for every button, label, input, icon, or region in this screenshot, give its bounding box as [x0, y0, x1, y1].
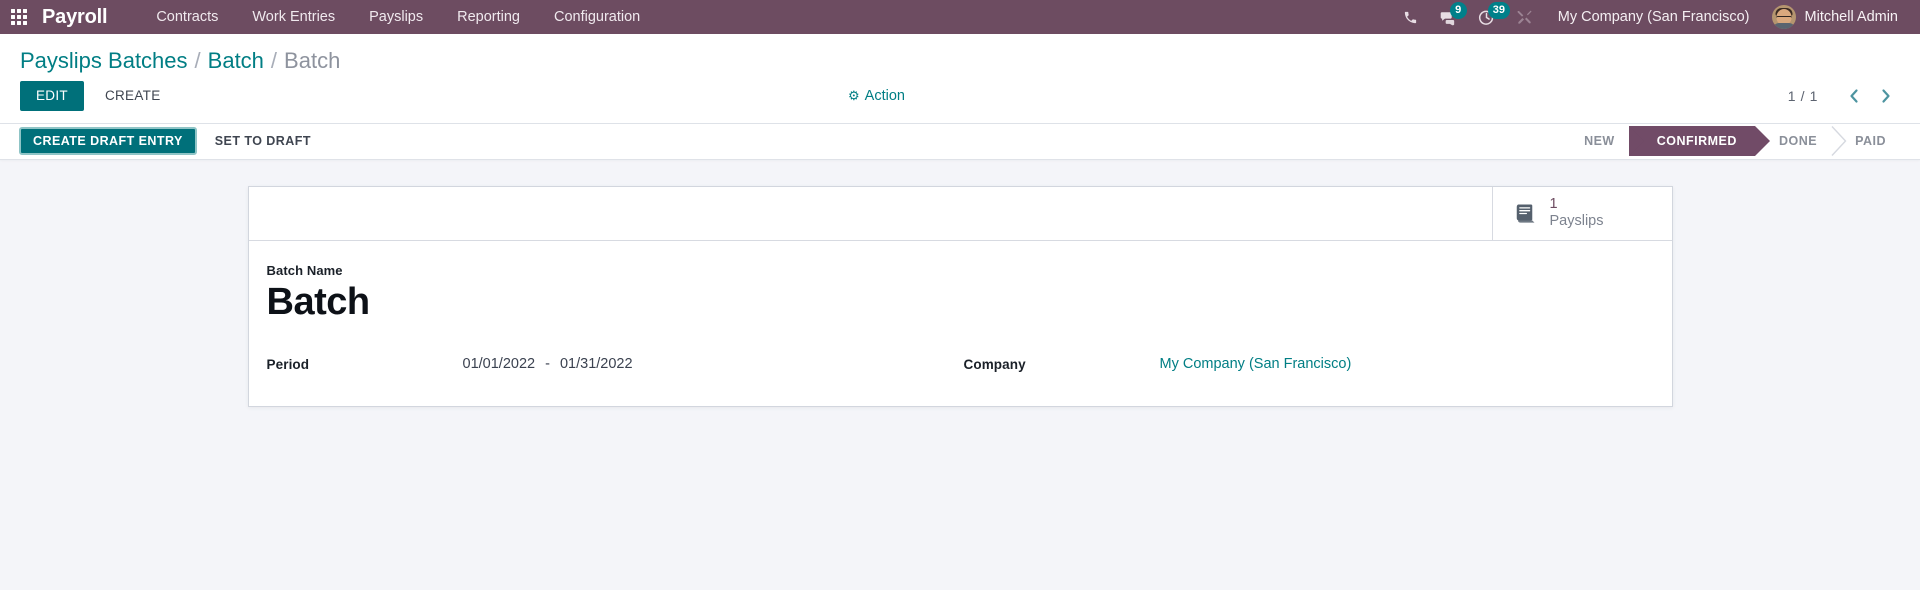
breadcrumb-separator: / [270, 48, 278, 73]
pager: 1 / 1 [1788, 83, 1900, 109]
main-menu: Contracts Work Entries Payslips Reportin… [139, 0, 657, 34]
menu-item-contracts[interactable]: Contracts [139, 0, 235, 34]
apps-grid-dot [11, 21, 15, 25]
period-date-to: 01/31/2022 [559, 355, 633, 372]
edit-button[interactable]: EDIT [20, 80, 84, 111]
apps-grid-dot [11, 15, 15, 19]
payslips-count: 1 [1549, 196, 1558, 213]
company-switcher[interactable]: My Company (San Francisco) [1544, 0, 1764, 34]
activities-clock-icon[interactable]: 39 [1468, 0, 1510, 34]
status-step-new[interactable]: NEW [1572, 126, 1629, 156]
status-button-bar: CREATE DRAFT ENTRY SET TO DRAFT NEW CONF… [0, 123, 1920, 160]
apps-grid-dot [17, 15, 21, 19]
sheet-body: Batch Name Batch Period 01/01/2022 - 01/… [249, 241, 1672, 406]
create-draft-entry-button[interactable]: CREATE DRAFT ENTRY [19, 127, 197, 156]
navbar-right-tools: 9 39 My Company (San Francisco) Mitchell… [1392, 0, 1910, 34]
tools-icon[interactable] [1506, 0, 1544, 34]
book-icon [1513, 201, 1538, 226]
batch-name-value: Batch [266, 280, 371, 323]
payslips-stat-button[interactable]: 1 Payslips [1491, 186, 1672, 240]
menu-item-configuration[interactable]: Configuration [537, 0, 657, 34]
period-date-from: 01/01/2022 [462, 355, 536, 372]
fields-grid: Period 01/01/2022 - 01/31/2022 Company M… [267, 351, 1654, 376]
status-step-done[interactable]: DONE [1755, 126, 1831, 156]
breadcrumb-item-current: Batch [284, 48, 341, 73]
period-value: 01/01/2022 - 01/31/2022 [463, 355, 633, 372]
company-value-link[interactable]: My Company (San Francisco) [1160, 356, 1352, 372]
apps-grid-dot [23, 9, 27, 13]
apps-grid-dot [23, 15, 27, 19]
user-menu[interactable]: Mitchell Admin [1764, 0, 1910, 34]
breadcrumb-item-batch[interactable]: Batch [208, 48, 264, 75]
sheet-button-box: 1 Payslips [248, 186, 1672, 241]
avatar [1771, 5, 1796, 29]
status-step-label: PAID [1855, 134, 1886, 149]
avatar-shirt [1772, 23, 1795, 29]
status-step-label: CONFIRMED [1656, 134, 1737, 149]
action-menu-label: Action [864, 87, 905, 104]
menu-item-reporting[interactable]: Reporting [440, 0, 537, 34]
set-to-draft-button[interactable]: SET TO DRAFT [202, 128, 324, 154]
apps-grid-dot [17, 21, 21, 25]
avatar-glasses [1775, 16, 1792, 20]
chevron-left-icon[interactable] [1840, 83, 1868, 109]
messages-icon[interactable]: 9 [1430, 0, 1468, 34]
period-label: Period [266, 356, 310, 372]
menu-item-work-entries[interactable]: Work Entries [235, 0, 352, 34]
gear-icon: ⚙ [848, 88, 860, 104]
period-field-row: Period 01/01/2022 - 01/31/2022 [267, 351, 964, 376]
pager-count: 1 / 1 [1787, 87, 1818, 104]
breadcrumb: Payslips Batches / Batch / Batch [0, 34, 1920, 81]
control-panel-buttons: EDIT CREATE ⚙ Action 1 / 1 [0, 80, 1920, 123]
apps-grid-icon[interactable] [8, 6, 30, 28]
create-button[interactable]: CREATE [90, 81, 176, 111]
chevron-right-icon[interactable] [1872, 83, 1900, 109]
apps-grid-dot [11, 9, 15, 13]
top-navbar: Payroll Contracts Work Entries Payslips … [0, 0, 1920, 34]
payslips-stat-label: Payslips [1549, 213, 1604, 230]
apps-grid-dot [17, 9, 21, 13]
form-sheet: 1 Payslips Batch Name Batch Period 01/01… [247, 185, 1673, 407]
menu-item-payslips[interactable]: Payslips [352, 0, 440, 34]
status-step-paid[interactable]: PAID [1831, 126, 1900, 157]
form-sheet-wrapper: 1 Payslips Batch Name Batch Period 01/01… [0, 160, 1920, 407]
payslips-stat-text: 1 Payslips [1550, 196, 1604, 230]
status-pipeline: NEW CONFIRMED DONE PAID [1572, 126, 1900, 157]
company-value-wrapper: My Company (San Francisco) [1160, 355, 1352, 372]
company-label: Company [963, 356, 1026, 372]
period-date-separator: - [545, 355, 550, 372]
messages-badge: 9 [1449, 2, 1467, 19]
user-name: Mitchell Admin [1804, 9, 1898, 25]
phone-icon[interactable] [1392, 0, 1430, 34]
company-field-row: Company My Company (San Francisco) [964, 351, 1654, 376]
apps-grid-dot [23, 21, 27, 25]
control-panel: Payslips Batches / Batch / Batch EDIT CR… [0, 34, 1920, 124]
batch-name-label: Batch Name [266, 262, 343, 278]
action-menu[interactable]: ⚙ Action [848, 88, 905, 104]
status-step-confirmed[interactable]: CONFIRMED [1628, 126, 1771, 157]
status-step-label: NEW [1584, 134, 1615, 149]
breadcrumb-item-payslips-batches[interactable]: Payslips Batches [20, 48, 188, 75]
status-step-label: DONE [1778, 134, 1818, 149]
app-brand-payroll[interactable]: Payroll [42, 7, 108, 27]
breadcrumb-separator: / [194, 48, 201, 73]
